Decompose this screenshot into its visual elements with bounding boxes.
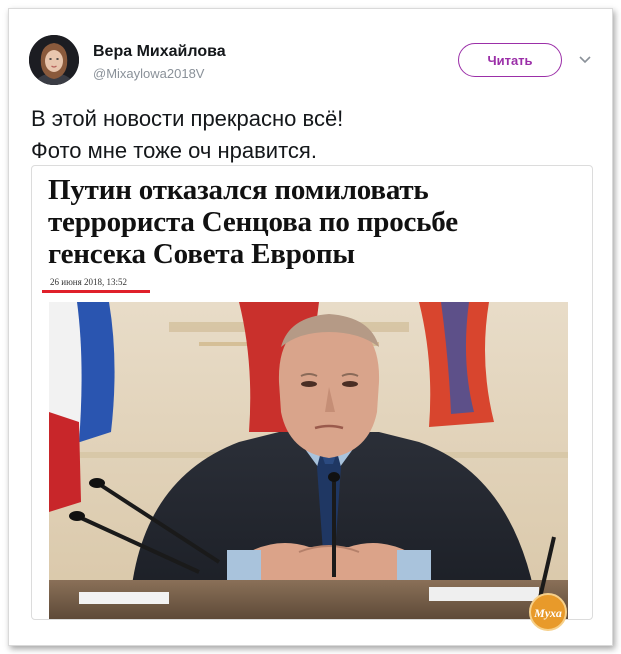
tweet-text-line: Фото мне тоже оч нравится.: [31, 138, 317, 163]
attached-image[interactable]: Путин отказался помиловать террориста Се…: [31, 165, 593, 620]
author-name[interactable]: Вера Михайлова: [93, 43, 226, 61]
news-photo: [49, 302, 568, 619]
article-date: 26 июня 2018, 13:52: [50, 277, 127, 287]
headline-line: террориста Сенцова по просьбе: [48, 206, 458, 238]
tweet-header: Вера Михайлова @Mixaylowa2018V Читать: [29, 33, 609, 93]
headline-line: генсека Совета Европы: [48, 238, 355, 270]
article-headline: Путин отказался помиловать террориста Се…: [48, 174, 578, 270]
chevron-down-icon[interactable]: [577, 51, 593, 67]
author-handle[interactable]: @Mixaylowa2018V: [93, 66, 204, 81]
avatar[interactable]: [29, 35, 79, 85]
tweet-text: В этой новости прекрасно всё! Фото мне т…: [31, 103, 591, 167]
date-underline: [42, 290, 150, 293]
tweet-text-line: В этой новости прекрасно всё!: [31, 106, 344, 131]
fly-watermark-logo: Муха: [529, 593, 567, 631]
follow-button[interactable]: Читать: [458, 43, 562, 77]
headline-line: Путин отказался помиловать: [48, 174, 429, 206]
watermark-text: Муха: [533, 606, 562, 620]
